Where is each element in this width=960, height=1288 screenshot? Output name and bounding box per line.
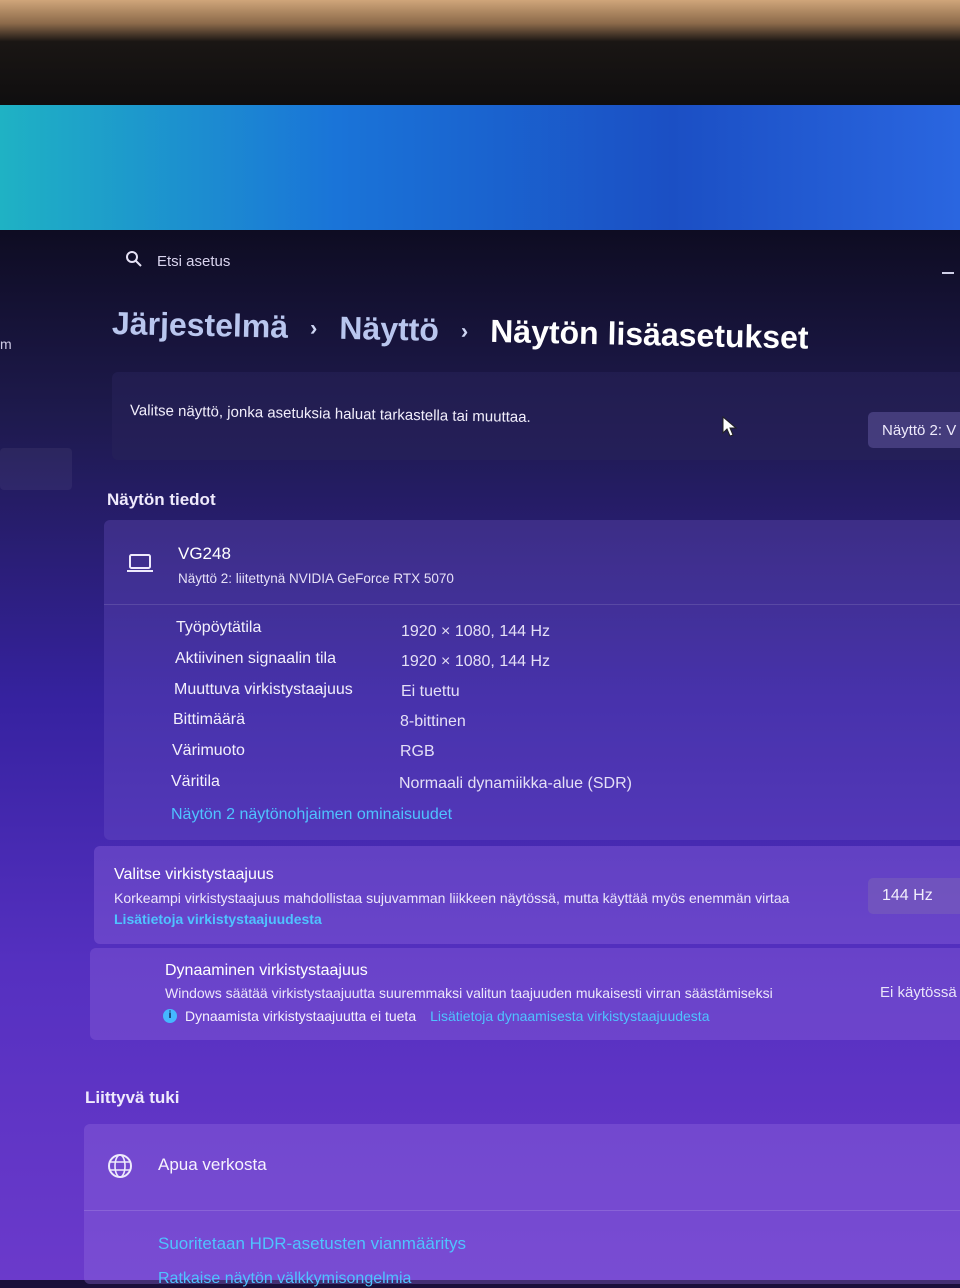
desktop-wallpaper xyxy=(0,105,960,235)
info-value: RGB xyxy=(400,743,435,760)
breadcrumb-display[interactable]: Näyttö xyxy=(339,310,439,349)
monitor-name: VG248 xyxy=(178,544,231,563)
info-label: Työpöytätila xyxy=(176,619,262,636)
info-label: Värimuoto xyxy=(172,742,245,759)
laptop-icon xyxy=(126,552,154,579)
refresh-rate-title: Valitse virkistystaajuus xyxy=(114,866,274,883)
search-icon xyxy=(125,250,143,272)
section-title-related-support: Liittyvä tuki xyxy=(85,1088,180,1107)
search-box[interactable]: Etsi asetus xyxy=(125,250,230,272)
hdr-troubleshoot-link[interactable]: Suoritetaan HDR-asetusten vianmääritys xyxy=(158,1234,466,1254)
globe-icon xyxy=(106,1152,134,1185)
info-value: 1920 × 1080, 144 Hz xyxy=(401,653,551,670)
info-label: Bittimäärä xyxy=(173,711,246,728)
dynamic-refresh-description: Windows säätää virkistystaajuutta suurem… xyxy=(165,985,773,1001)
dynamic-refresh-info-link[interactable]: Lisätietoja dynaamisesta virkistystaajuu… xyxy=(430,1008,709,1024)
dynamic-refresh-toggle-state[interactable]: Ei käytössä xyxy=(880,984,957,1001)
search-input[interactable]: Etsi asetus xyxy=(157,253,230,270)
minimize-button[interactable] xyxy=(942,272,954,274)
info-icon: i xyxy=(163,1009,177,1023)
mouse-cursor-icon xyxy=(722,415,738,443)
chevron-right-icon: › xyxy=(309,314,318,340)
refresh-rate-dropdown[interactable]: 144 Hz xyxy=(868,878,960,914)
info-value: Normaali dynamiikka-alue (SDR) xyxy=(399,775,632,792)
chevron-right-icon: › xyxy=(460,317,469,343)
info-label: Väritila xyxy=(171,773,220,790)
page-title: Näytön lisäasetukset xyxy=(489,312,809,356)
dynamic-refresh-title: Dynaaminen virkistystaajuus xyxy=(165,962,368,979)
help-online-expander[interactable]: Apua verkosta xyxy=(158,1155,267,1175)
info-label: Aktiivinen signaalin tila xyxy=(175,650,336,667)
breadcrumb-system[interactable]: Järjestelmä xyxy=(112,305,289,346)
section-title-display-info: Näytön tiedot xyxy=(107,490,216,509)
dynamic-refresh-note-text: Dynaamista virkistystaajuutta ei tueta xyxy=(185,1008,417,1024)
refresh-rate-info-link[interactable]: Lisätietoja virkistystaajuudesta xyxy=(114,911,322,927)
sidebar-item-label[interactable]: m xyxy=(0,336,12,352)
divider xyxy=(104,604,960,605)
info-value: 8-bittinen xyxy=(400,713,466,730)
monitor-subtitle: Näyttö 2: liitettynä NVIDIA GeForce RTX … xyxy=(178,571,454,586)
refresh-rate-description: Korkeampi virkistystaajuus mahdollistaa … xyxy=(114,890,790,906)
info-value: Ei tuettu xyxy=(401,683,460,700)
display-select-dropdown[interactable]: Näyttö 2: V xyxy=(868,412,960,448)
related-support-card xyxy=(84,1124,960,1284)
sidebar-selected-item[interactable] xyxy=(0,448,72,490)
info-value: 1920 × 1080, 144 Hz xyxy=(401,623,551,640)
dynamic-refresh-note: i Dynaamista virkistystaajuutta ei tueta… xyxy=(163,1008,709,1024)
flicker-troubleshoot-link[interactable]: Ratkaise näytön välkkymisongelmia xyxy=(158,1270,411,1288)
info-label: Muuttuva virkistystaajuus xyxy=(174,681,353,698)
gpu-properties-link[interactable]: Näytön 2 näytönohjaimen ominaisuudet xyxy=(171,806,452,824)
divider xyxy=(84,1210,960,1211)
